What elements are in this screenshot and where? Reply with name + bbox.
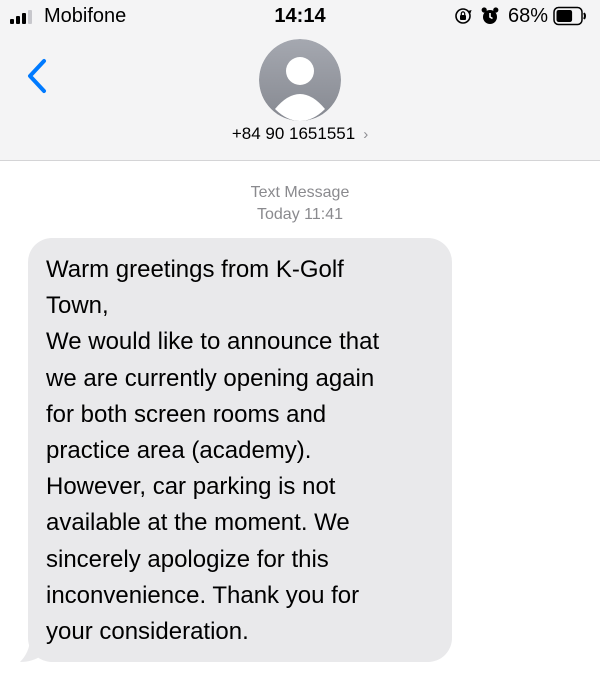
battery-percent: 68%: [508, 5, 549, 27]
bubble-body: Warm greetings from K-Golf Town, We woul…: [28, 238, 452, 662]
contact-number: +84 90 1651551: [231, 124, 356, 143]
person-icon: [259, 39, 341, 121]
battery-icon: [553, 6, 586, 26]
chevron-right-icon: ›: [363, 126, 369, 143]
thread-meta: Text Message Today 11:41: [0, 182, 600, 226]
alarm-icon: [481, 7, 499, 24]
conversation-header: Mobifone 14:14 68% +84 90 1651551 ›: [0, 0, 600, 161]
contact-details-button[interactable]: +84 90 1651551 ›: [0, 124, 600, 144]
message-text: Warm greetings from K-Golf Town, We woul…: [46, 256, 380, 646]
message-bubble[interactable]: Warm greetings from K-Golf Town, We woul…: [20, 238, 460, 662]
orientation-lock-icon: [455, 8, 472, 24]
contact-avatar[interactable]: [259, 39, 341, 121]
service-label: Text Message: [250, 184, 350, 201]
back-button[interactable]: [20, 56, 54, 96]
chevron-left-icon: [28, 59, 46, 93]
message-timestamp: Today 11:41: [257, 206, 343, 223]
status-bar: Mobifone 14:14 68%: [0, 0, 600, 36]
